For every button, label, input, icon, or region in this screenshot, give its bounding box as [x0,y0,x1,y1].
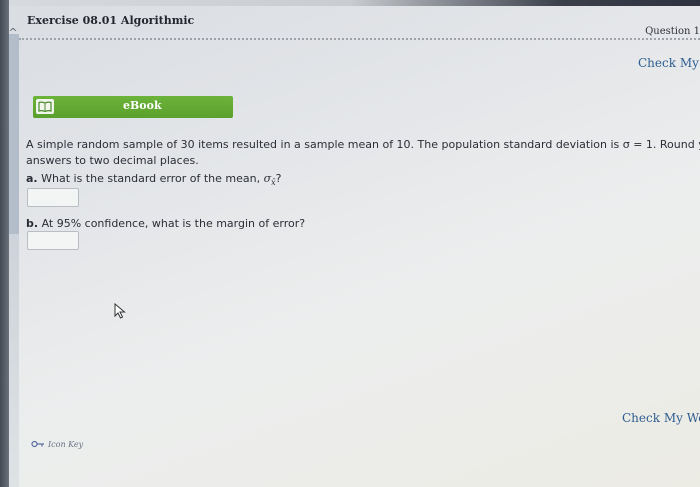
sigma-symbol: σ [263,172,272,185]
exercise-title: Exercise 08.01 Algorithmic [27,14,195,27]
question-a-suffix: ? [275,172,282,185]
ebook-label: eBook [123,99,162,112]
answer-a-input[interactable] [27,188,79,207]
window-edge [0,0,9,487]
problem-statement: A simple random sample of 30 items resul… [26,137,700,169]
question-label[interactable]: Question 1 [645,26,700,37]
check-my-work-top-link[interactable]: Check My W [638,56,700,70]
key-icon [31,440,45,450]
question-b-text: At 95% confidence, what is the margin of… [41,217,306,230]
icon-key-label: Icon Key [48,440,84,449]
question-a-text: What is the standard error of the mean, [41,172,264,185]
question-b-letter: b. [26,217,39,230]
collapse-chevron-icon[interactable]: ^ [6,26,20,40]
icon-key-link[interactable]: Icon Key [31,440,83,450]
ebook-button[interactable]: eBook [33,96,233,118]
problem-line-1: A simple random sample of 30 items resul… [26,138,700,151]
side-rail [9,34,19,234]
check-my-work-bottom-link[interactable]: Check My Wor [622,411,700,425]
question-a-letter: a. [26,172,38,185]
problem-line-2: answers to two decimal places. [26,154,199,167]
answer-b-input[interactable] [27,231,79,250]
side-rail-lower [9,234,19,487]
mouse-pointer-icon [114,302,126,323]
exercise-header: Exercise 08.01 Algorithmic Question 1 [19,8,700,40]
question-b: b. At 95% confidence, what is the margin… [26,217,305,230]
question-a: a. What is the standard error of the mea… [26,172,281,187]
book-icon [36,99,54,114]
top-strip [0,0,700,6]
